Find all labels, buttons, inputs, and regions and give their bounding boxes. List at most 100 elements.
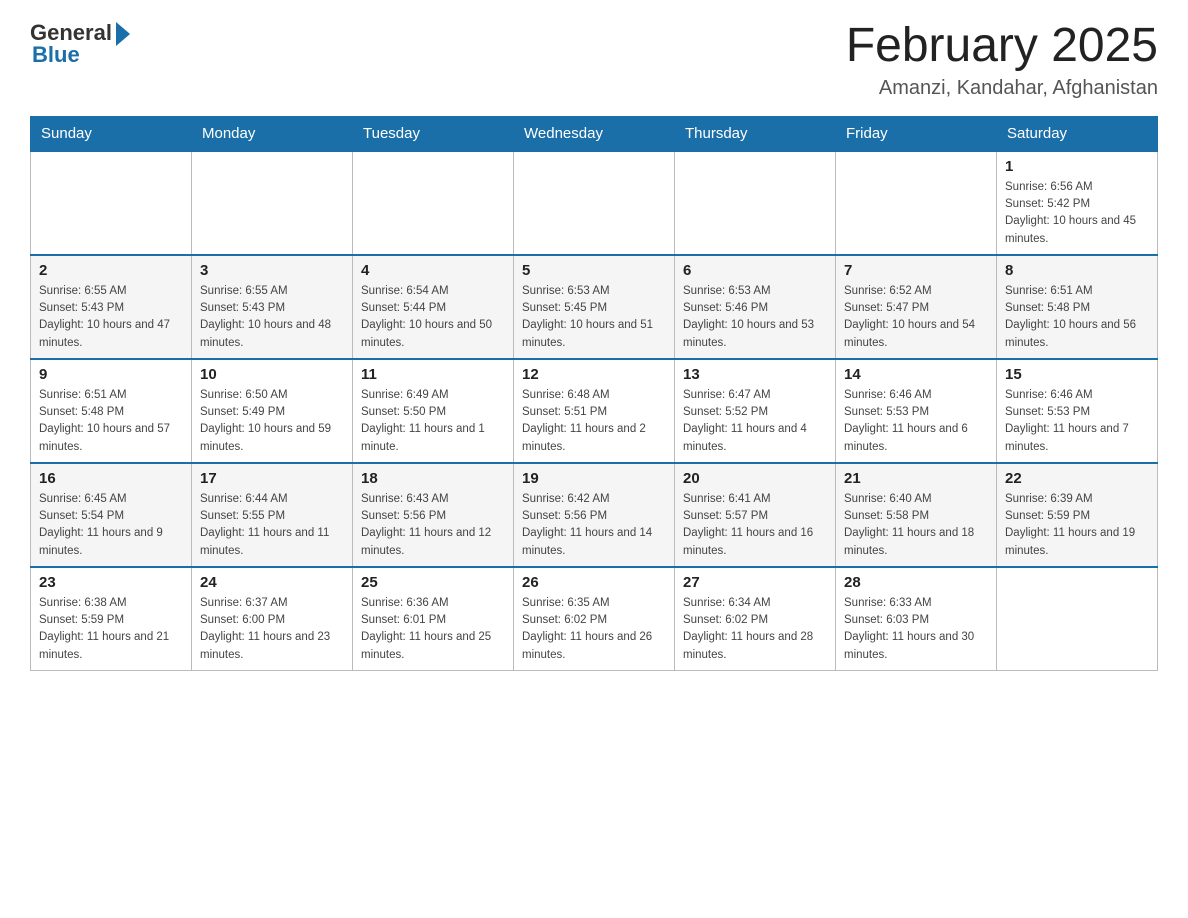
- day-number: 17: [200, 470, 344, 487]
- day-info: Sunrise: 6:41 AM Sunset: 5:57 PM Dayligh…: [683, 491, 827, 560]
- calendar-day-cell: 2Sunrise: 6:55 AM Sunset: 5:43 PM Daylig…: [31, 255, 192, 359]
- calendar-day-cell: 16 Sunrise: 6:45 AM Sunset: 5:54 PM Dayli…: [31, 463, 192, 567]
- day-info: Sunrise: 6:47 AM Sunset: 5:52 PM Dayligh…: [683, 387, 827, 456]
- day-number: 13: [683, 366, 827, 383]
- day-number: 28: [844, 574, 988, 591]
- calendar-day-cell: 3 Sunrise: 6:55 AM Sunset: 5:43 PM Daylig…: [192, 255, 353, 359]
- calendar-week-row: 2Sunrise: 6:55 AM Sunset: 5:43 PM Daylig…: [31, 255, 1158, 359]
- day-info: Sunrise: 6:51 AM Sunset: 5:48 PM Dayligh…: [1005, 283, 1149, 352]
- calendar-day-cell: 13 Sunrise: 6:47 AM Sunset: 5:52 PM Dayli…: [675, 359, 836, 463]
- logo-blue-text: Blue: [32, 42, 80, 68]
- calendar-day-cell: 14 Sunrise: 6:46 AM Sunset: 5:53 PM Dayli…: [836, 359, 997, 463]
- day-number: 1: [1005, 158, 1149, 175]
- day-of-week-header: Monday: [192, 116, 353, 151]
- day-info: Sunrise: 6:53 AM Sunset: 5:46 PM Dayligh…: [683, 283, 827, 352]
- calendar-day-cell: 5 Sunrise: 6:53 AM Sunset: 5:45 PM Daylig…: [514, 255, 675, 359]
- day-number: 10: [200, 366, 344, 383]
- day-info: Sunrise: 6:55 AM Sunset: 5:43 PM Dayligh…: [200, 283, 344, 352]
- calendar-day-cell: [353, 151, 514, 255]
- day-info: Sunrise: 6:36 AM Sunset: 6:01 PM Dayligh…: [361, 595, 505, 664]
- day-number: 27: [683, 574, 827, 591]
- calendar-header-row: SundayMondayTuesdayWednesdayThursdayFrid…: [31, 116, 1158, 151]
- calendar-day-cell: 12 Sunrise: 6:48 AM Sunset: 5:51 PM Dayli…: [514, 359, 675, 463]
- calendar-day-cell: 26 Sunrise: 6:35 AM Sunset: 6:02 PM Dayli…: [514, 567, 675, 671]
- calendar-day-cell: [31, 151, 192, 255]
- day-info: Sunrise: 6:42 AM Sunset: 5:56 PM Dayligh…: [522, 491, 666, 560]
- day-of-week-header: Friday: [836, 116, 997, 151]
- day-info: Sunrise: 6:46 AM Sunset: 5:53 PM Dayligh…: [844, 387, 988, 456]
- day-info: Sunrise: 6:45 AM Sunset: 5:54 PM Dayligh…: [39, 491, 183, 560]
- day-info: Sunrise: 6:48 AM Sunset: 5:51 PM Dayligh…: [522, 387, 666, 456]
- page-header: General Blue February 2025 Amanzi, Kanda…: [30, 20, 1158, 100]
- day-number: 25: [361, 574, 505, 591]
- day-of-week-header: Wednesday: [514, 116, 675, 151]
- day-info: Sunrise: 6:43 AM Sunset: 5:56 PM Dayligh…: [361, 491, 505, 560]
- calendar-day-cell: 10 Sunrise: 6:50 AM Sunset: 5:49 PM Dayli…: [192, 359, 353, 463]
- calendar-day-cell: 8 Sunrise: 6:51 AM Sunset: 5:48 PM Daylig…: [997, 255, 1158, 359]
- day-info: Sunrise: 6:46 AM Sunset: 5:53 PM Dayligh…: [1005, 387, 1149, 456]
- day-number: 6: [683, 262, 827, 279]
- calendar-week-row: 23Sunrise: 6:38 AM Sunset: 5:59 PM Dayli…: [31, 567, 1158, 671]
- calendar-day-cell: [192, 151, 353, 255]
- day-info: Sunrise: 6:50 AM Sunset: 5:49 PM Dayligh…: [200, 387, 344, 456]
- day-info: Sunrise: 6:53 AM Sunset: 5:45 PM Dayligh…: [522, 283, 666, 352]
- calendar-title-block: February 2025 Amanzi, Kandahar, Afghanis…: [846, 20, 1158, 100]
- calendar-day-cell: 17Sunrise: 6:44 AM Sunset: 5:55 PM Dayli…: [192, 463, 353, 567]
- calendar-day-cell: 25 Sunrise: 6:36 AM Sunset: 6:01 PM Dayli…: [353, 567, 514, 671]
- day-info: Sunrise: 6:35 AM Sunset: 6:02 PM Dayligh…: [522, 595, 666, 664]
- calendar-table: SundayMondayTuesdayWednesdayThursdayFrid…: [30, 116, 1158, 671]
- calendar-day-cell: 9Sunrise: 6:51 AM Sunset: 5:48 PM Daylig…: [31, 359, 192, 463]
- calendar-week-row: 16 Sunrise: 6:45 AM Sunset: 5:54 PM Dayli…: [31, 463, 1158, 567]
- day-info: Sunrise: 6:37 AM Sunset: 6:00 PM Dayligh…: [200, 595, 344, 664]
- day-of-week-header: Thursday: [675, 116, 836, 151]
- day-info: Sunrise: 6:52 AM Sunset: 5:47 PM Dayligh…: [844, 283, 988, 352]
- logo-arrow-icon: [116, 22, 130, 46]
- calendar-day-cell: 15 Sunrise: 6:46 AM Sunset: 5:53 PM Dayli…: [997, 359, 1158, 463]
- calendar-day-cell: 28 Sunrise: 6:33 AM Sunset: 6:03 PM Dayli…: [836, 567, 997, 671]
- day-number: 20: [683, 470, 827, 487]
- day-info: Sunrise: 6:39 AM Sunset: 5:59 PM Dayligh…: [1005, 491, 1149, 560]
- calendar-day-cell: 21Sunrise: 6:40 AM Sunset: 5:58 PM Dayli…: [836, 463, 997, 567]
- calendar-week-row: 9Sunrise: 6:51 AM Sunset: 5:48 PM Daylig…: [31, 359, 1158, 463]
- calendar-title: February 2025: [846, 20, 1158, 73]
- day-info: Sunrise: 6:34 AM Sunset: 6:02 PM Dayligh…: [683, 595, 827, 664]
- calendar-day-cell: 20 Sunrise: 6:41 AM Sunset: 5:57 PM Dayli…: [675, 463, 836, 567]
- day-info: Sunrise: 6:40 AM Sunset: 5:58 PM Dayligh…: [844, 491, 988, 560]
- day-info: Sunrise: 6:49 AM Sunset: 5:50 PM Dayligh…: [361, 387, 505, 456]
- calendar-day-cell: [997, 567, 1158, 671]
- day-number: 5: [522, 262, 666, 279]
- day-number: 18: [361, 470, 505, 487]
- day-of-week-header: Tuesday: [353, 116, 514, 151]
- calendar-day-cell: [514, 151, 675, 255]
- day-number: 16: [39, 470, 183, 487]
- logo: General Blue: [30, 20, 130, 68]
- calendar-day-cell: 24 Sunrise: 6:37 AM Sunset: 6:00 PM Dayli…: [192, 567, 353, 671]
- day-info: Sunrise: 6:33 AM Sunset: 6:03 PM Dayligh…: [844, 595, 988, 664]
- day-number: 24: [200, 574, 344, 591]
- day-of-week-header: Sunday: [31, 116, 192, 151]
- day-number: 14: [844, 366, 988, 383]
- calendar-day-cell: 23Sunrise: 6:38 AM Sunset: 5:59 PM Dayli…: [31, 567, 192, 671]
- calendar-day-cell: 22 Sunrise: 6:39 AM Sunset: 5:59 PM Dayli…: [997, 463, 1158, 567]
- calendar-week-row: 1Sunrise: 6:56 AM Sunset: 5:42 PM Daylig…: [31, 151, 1158, 255]
- calendar-subtitle: Amanzi, Kandahar, Afghanistan: [846, 77, 1158, 100]
- day-number: 26: [522, 574, 666, 591]
- day-number: 8: [1005, 262, 1149, 279]
- day-of-week-header: Saturday: [997, 116, 1158, 151]
- calendar-day-cell: 7 Sunrise: 6:52 AM Sunset: 5:47 PM Daylig…: [836, 255, 997, 359]
- calendar-day-cell: 6 Sunrise: 6:53 AM Sunset: 5:46 PM Daylig…: [675, 255, 836, 359]
- calendar-day-cell: 4Sunrise: 6:54 AM Sunset: 5:44 PM Daylig…: [353, 255, 514, 359]
- calendar-day-cell: 19 Sunrise: 6:42 AM Sunset: 5:56 PM Dayli…: [514, 463, 675, 567]
- day-number: 22: [1005, 470, 1149, 487]
- day-info: Sunrise: 6:55 AM Sunset: 5:43 PM Dayligh…: [39, 283, 183, 352]
- day-number: 12: [522, 366, 666, 383]
- calendar-day-cell: 1Sunrise: 6:56 AM Sunset: 5:42 PM Daylig…: [997, 151, 1158, 255]
- day-info: Sunrise: 6:51 AM Sunset: 5:48 PM Dayligh…: [39, 387, 183, 456]
- calendar-day-cell: [675, 151, 836, 255]
- calendar-day-cell: 27 Sunrise: 6:34 AM Sunset: 6:02 PM Dayli…: [675, 567, 836, 671]
- day-number: 11: [361, 366, 505, 383]
- day-number: 3: [200, 262, 344, 279]
- day-number: 19: [522, 470, 666, 487]
- day-number: 7: [844, 262, 988, 279]
- day-number: 15: [1005, 366, 1149, 383]
